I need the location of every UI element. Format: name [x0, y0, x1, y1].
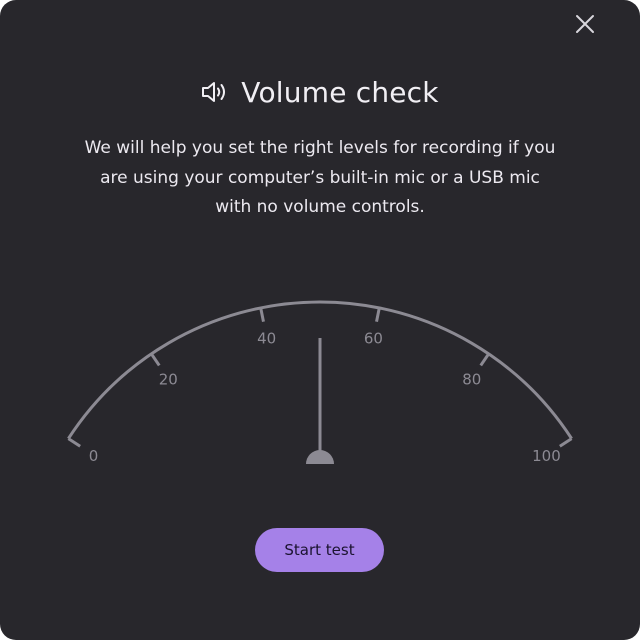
meter-tick-label: 60: [364, 329, 383, 347]
meter-tick-label: 20: [159, 371, 178, 389]
meter-arc: [67, 300, 573, 440]
meter-tick: [479, 353, 490, 367]
meter-tick: [375, 307, 381, 322]
dialog-header: Volume check: [0, 70, 640, 114]
meter-tick-label: 40: [257, 329, 276, 347]
meter-tick-label: 80: [462, 371, 481, 389]
volume-check-dialog: Volume check We will help you set the ri…: [0, 0, 640, 640]
dialog-description: We will help you set the right levels fo…: [84, 138, 556, 217]
meter-tick: [259, 307, 265, 322]
meter-tick-label: 100: [532, 447, 561, 465]
meter-needle-hub: [306, 450, 334, 464]
speaker-icon: [202, 82, 226, 102]
meter-tick: [150, 353, 161, 367]
close-icon: [576, 15, 594, 33]
meter-tick: [67, 437, 81, 448]
meter-tick: [559, 437, 573, 448]
close-button[interactable]: [568, 7, 602, 41]
dialog-title: Volume check: [241, 75, 439, 109]
start-test-button[interactable]: Start test: [255, 528, 384, 572]
meter-tick-label: 0: [89, 447, 99, 465]
